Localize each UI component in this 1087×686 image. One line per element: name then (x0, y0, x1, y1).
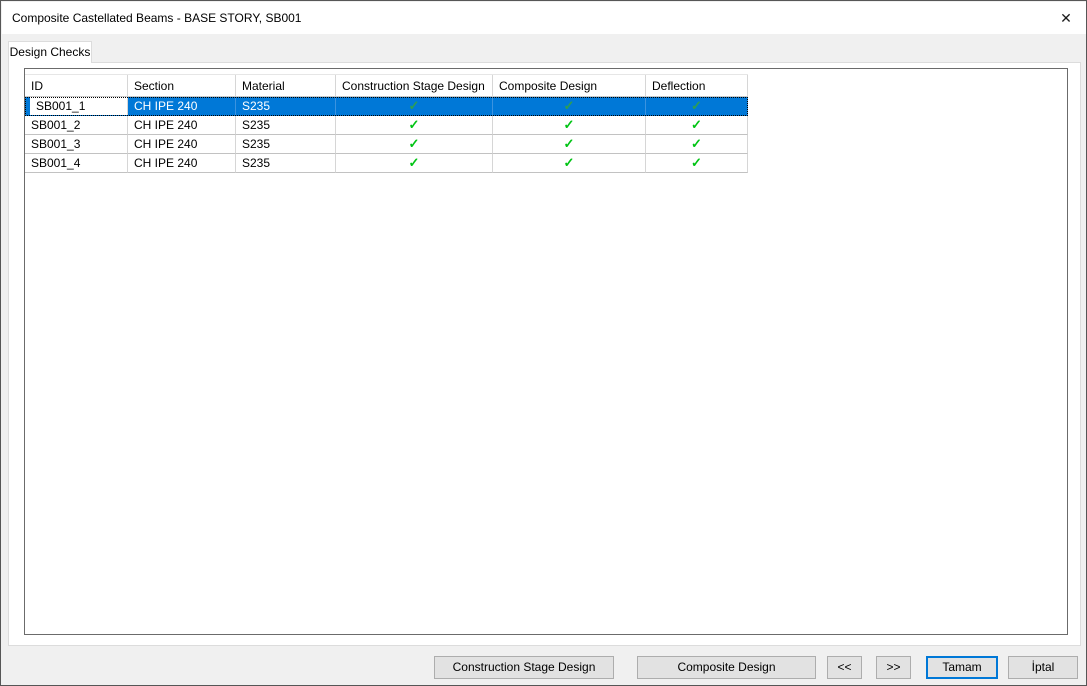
table-row[interactable]: SB001_3 CH IPE 240 S235 ✓ ✓ ✓ (25, 135, 748, 154)
check-icon: ✓ (408, 98, 420, 113)
id-cell[interactable]: SB001_1 (25, 97, 128, 116)
next-button[interactable]: >> (876, 656, 911, 679)
check-icon: ✓ (563, 117, 575, 132)
check-icon: ✓ (408, 155, 420, 170)
id-cell[interactable]: SB001_4 (25, 154, 128, 173)
column-header-row: ID Section Material Construction Stage D… (25, 74, 748, 97)
construction-stage-check-cell[interactable]: ✓ (336, 116, 493, 135)
deflection-check-cell[interactable]: ✓ (646, 116, 748, 135)
composite-design-button[interactable]: Composite Design (637, 656, 816, 679)
tab-design-checks[interactable]: Design Checks (8, 41, 92, 63)
tab-page: ID Section Material Construction Stage D… (8, 62, 1081, 646)
construction-stage-check-cell[interactable]: ✓ (336, 97, 493, 116)
construction-stage-design-button[interactable]: Construction Stage Design (434, 656, 614, 679)
close-button[interactable]: ✕ (1053, 5, 1079, 31)
construction-stage-check-cell[interactable]: ✓ (336, 154, 493, 173)
construction-stage-check-cell[interactable]: ✓ (336, 135, 493, 154)
check-icon: ✓ (691, 136, 702, 151)
section-cell[interactable]: CH IPE 240 (128, 116, 236, 135)
column-header-construction-stage-design[interactable]: Construction Stage Design (336, 75, 493, 97)
table-row[interactable]: SB001_4 CH IPE 240 S235 ✓ ✓ ✓ (25, 154, 748, 173)
material-cell[interactable]: S235 (236, 97, 336, 116)
composite-design-check-cell[interactable]: ✓ (493, 116, 646, 135)
section-cell[interactable]: CH IPE 240 (128, 97, 236, 116)
composite-design-check-cell[interactable]: ✓ (493, 154, 646, 173)
composite-design-check-cell[interactable]: ✓ (493, 135, 646, 154)
material-cell[interactable]: S235 (236, 116, 336, 135)
check-icon: ✓ (691, 155, 702, 170)
deflection-check-cell[interactable]: ✓ (646, 97, 748, 116)
check-icon: ✓ (563, 136, 575, 151)
id-cell[interactable]: SB001_3 (25, 135, 128, 154)
check-icon: ✓ (408, 117, 420, 132)
column-header-material[interactable]: Material (236, 75, 336, 97)
section-cell[interactable]: CH IPE 240 (128, 154, 236, 173)
data-grid: ID Section Material Construction Stage D… (25, 74, 748, 173)
deflection-check-cell[interactable]: ✓ (646, 154, 748, 173)
check-icon: ✓ (563, 98, 575, 113)
close-icon: ✕ (1060, 10, 1072, 26)
column-header-deflection[interactable]: Deflection (646, 75, 748, 97)
grid-panel: ID Section Material Construction Stage D… (24, 68, 1068, 635)
column-header-id[interactable]: ID (25, 75, 128, 97)
check-icon: ✓ (691, 117, 702, 132)
cancel-button[interactable]: İptal (1008, 656, 1078, 679)
column-header-section[interactable]: Section (128, 75, 236, 97)
id-cell[interactable]: SB001_2 (25, 116, 128, 135)
window-title: Composite Castellated Beams - BASE STORY… (12, 11, 302, 25)
previous-button[interactable]: << (827, 656, 862, 679)
titlebar: Composite Castellated Beams - BASE STORY… (2, 2, 1086, 34)
table-row[interactable]: SB001_1 CH IPE 240 S235 ✓ ✓ ✓ (25, 97, 748, 116)
check-icon: ✓ (691, 98, 702, 113)
ok-button[interactable]: Tamam (926, 656, 998, 679)
column-header-composite-design[interactable]: Composite Design (493, 75, 646, 97)
material-cell[interactable]: S235 (236, 135, 336, 154)
material-cell[interactable]: S235 (236, 154, 336, 173)
composite-design-check-cell[interactable]: ✓ (493, 97, 646, 116)
check-icon: ✓ (408, 136, 420, 151)
check-icon: ✓ (563, 155, 575, 170)
deflection-check-cell[interactable]: ✓ (646, 135, 748, 154)
dialog-window: Composite Castellated Beams - BASE STORY… (0, 0, 1087, 686)
section-cell[interactable]: CH IPE 240 (128, 135, 236, 154)
table-row[interactable]: SB001_2 CH IPE 240 S235 ✓ ✓ ✓ (25, 116, 748, 135)
